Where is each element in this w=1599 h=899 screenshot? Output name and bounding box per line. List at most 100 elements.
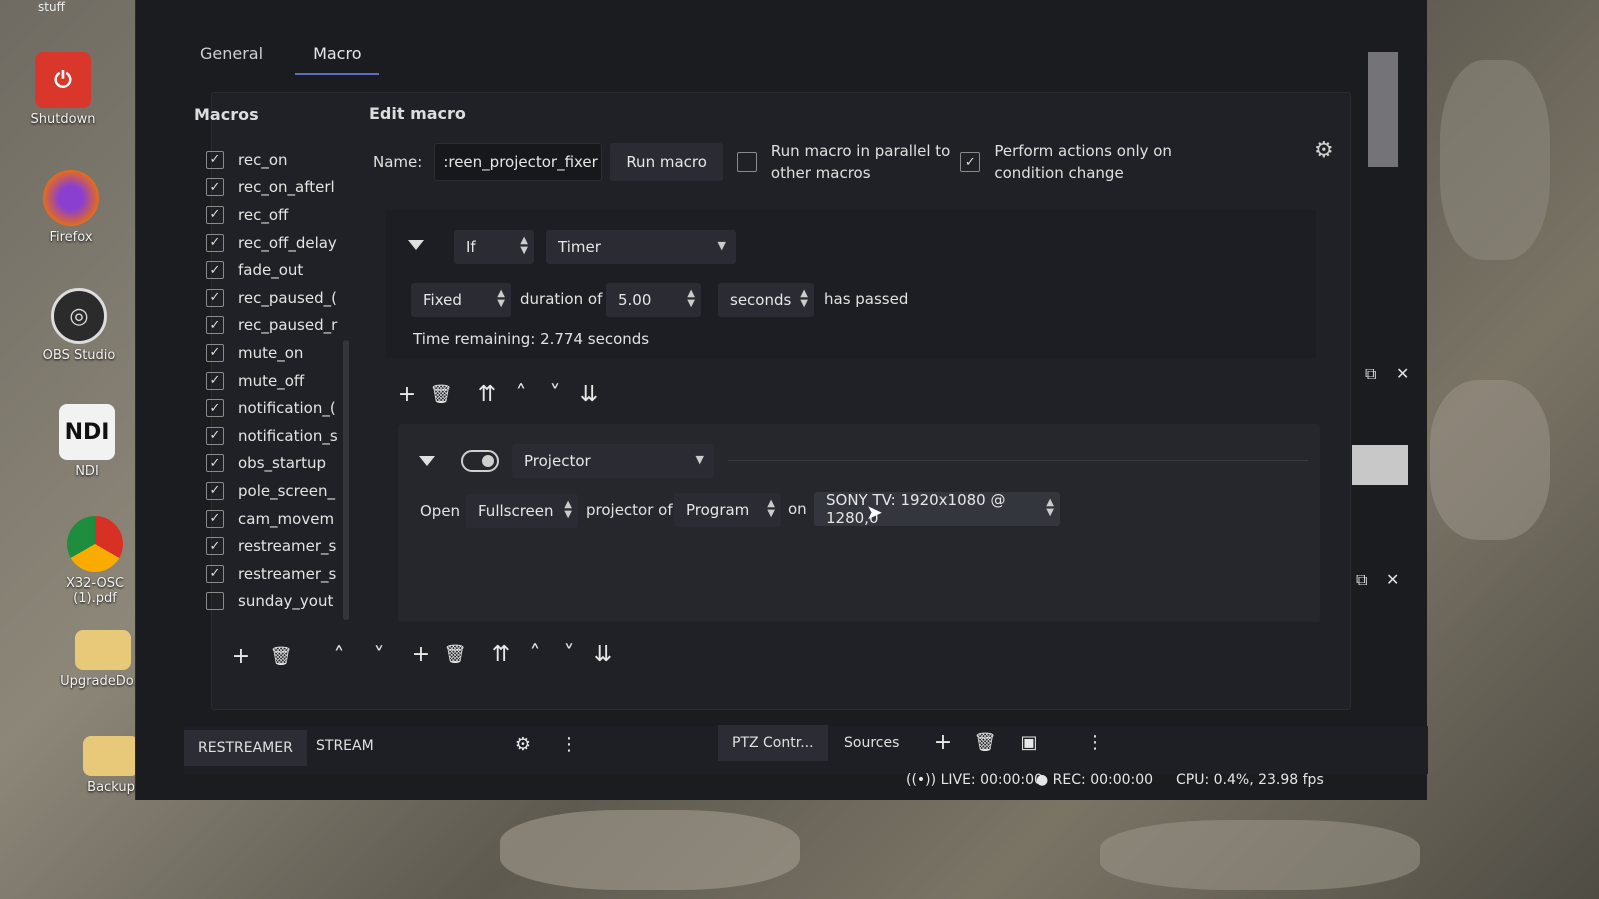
more-icon[interactable]: ⋮ bbox=[1082, 730, 1108, 756]
macro-list-item[interactable]: ✓ mute_on bbox=[206, 339, 376, 367]
action-type-select[interactable]: Projector ▼ bbox=[512, 444, 714, 478]
condition-down-button[interactable]: ˅ bbox=[542, 382, 568, 408]
projector-monitor-select[interactable]: SONY TV: 1920x1080 @ 1280,0 ▲ ▼ bbox=[814, 491, 1060, 527]
gear-icon[interactable]: ⚙ bbox=[510, 732, 536, 758]
undock-icon[interactable]: ⧉ bbox=[1365, 364, 1376, 384]
macro-enabled-checkbox[interactable]: ✓ bbox=[206, 481, 224, 500]
macro-enabled-checkbox[interactable]: ✓ bbox=[206, 288, 224, 307]
action-enable-toggle[interactable] bbox=[461, 450, 499, 472]
dock-tab-restreamer[interactable]: RESTREAMER bbox=[184, 730, 307, 766]
close-icon[interactable]: ✕ bbox=[1386, 570, 1399, 589]
undock-icon[interactable]: ⧉ bbox=[1356, 570, 1367, 590]
more-icon[interactable]: ⋮ bbox=[556, 732, 582, 758]
macro-list-item[interactable]: ✓ rec_on_afterl bbox=[206, 174, 376, 202]
desktop-icon-firefox[interactable]: Firefox bbox=[16, 170, 126, 245]
remove-condition-button[interactable]: 🗑 bbox=[428, 382, 454, 408]
macro-list-item[interactable]: ✓ rec_on bbox=[206, 146, 376, 174]
macro-list-item[interactable]: ✓ rec_off bbox=[206, 201, 376, 229]
macro-list-item[interactable]: ✓ rec_off_delay bbox=[206, 229, 376, 257]
macro-down-button[interactable]: ˅ bbox=[366, 644, 392, 670]
timer-mode-select[interactable]: Fixed ▲ ▼ bbox=[411, 283, 511, 317]
macro-enabled-checkbox[interactable]: ✓ bbox=[206, 426, 224, 445]
macro-enabled-checkbox[interactable]: ✓ bbox=[206, 343, 224, 362]
add-condition-button[interactable]: + bbox=[394, 382, 420, 408]
macro-enabled-checkbox[interactable]: ✓ bbox=[206, 150, 224, 169]
gear-icon[interactable]: ⚙ bbox=[1314, 138, 1334, 163]
tab-general[interactable]: General bbox=[196, 40, 267, 75]
condition-top-button[interactable]: ⇈ bbox=[474, 382, 500, 408]
desktop-icon-obs[interactable]: ◎ OBS Studio bbox=[24, 288, 134, 363]
macro-list[interactable]: ✓ rec_on ✓ rec_on_afterl ✓ rec_off ✓ rec_off_de… bbox=[206, 146, 376, 615]
duration-unit-select[interactable]: seconds ▲ ▼ bbox=[718, 283, 814, 317]
condition-bottom-button[interactable]: ⇊ bbox=[576, 382, 602, 408]
perform-on-change-checkbox[interactable]: ✓ bbox=[960, 152, 981, 172]
macro-enabled-checkbox[interactable]: ✓ bbox=[206, 178, 224, 197]
macro-name: rec_on bbox=[238, 150, 288, 169]
source-properties-icon[interactable]: ▣ bbox=[1016, 730, 1042, 756]
macro-list-item[interactable]: ✓ mute_off bbox=[206, 367, 376, 395]
preview-thumbnail bbox=[1368, 52, 1398, 167]
macro-enabled-checkbox[interactable]: ✓ bbox=[206, 509, 224, 528]
time-remaining-unit: seconds bbox=[587, 330, 650, 348]
projector-mode-select[interactable]: Fullscreen ▲ ▼ bbox=[466, 494, 578, 528]
dock-tab-ptz[interactable]: PTZ Contr... bbox=[718, 725, 828, 761]
macro-enabled-checkbox[interactable]: ✓ bbox=[206, 205, 224, 224]
remove-source-button[interactable]: 🗑 bbox=[972, 730, 998, 756]
remove-action-button[interactable]: 🗑 bbox=[442, 642, 468, 668]
macro-list-item[interactable]: ✓ pole_screen_ bbox=[206, 477, 376, 505]
macro-enabled-checkbox[interactable]: ✓ bbox=[206, 399, 224, 418]
desktop-icon-ndi[interactable]: NDI NDI bbox=[32, 404, 142, 479]
run-parallel-label-line2: other macros bbox=[770, 164, 871, 182]
condition-logic-select[interactable]: If ▲ ▼ bbox=[454, 230, 534, 264]
macro-enabled-checkbox[interactable]: ✓ bbox=[206, 537, 224, 556]
macro-enabled-checkbox[interactable]: ✓ bbox=[206, 233, 224, 252]
add-source-button[interactable]: + bbox=[930, 730, 956, 756]
desktop-icon-shutdown[interactable]: ⏻ Shutdown bbox=[8, 52, 118, 127]
run-macro-button[interactable]: Run macro bbox=[610, 143, 723, 181]
projector-source-select[interactable]: Program ▲ ▼ bbox=[674, 493, 781, 527]
macro-list-item[interactable]: ✓ fade_out bbox=[206, 256, 376, 284]
macro-name: rec_off bbox=[238, 205, 289, 224]
macro-name: notification_( bbox=[238, 399, 336, 418]
action-up-button[interactable]: ˄ bbox=[522, 642, 548, 668]
run-parallel-checkbox[interactable] bbox=[736, 152, 757, 172]
macro-list-item[interactable]: ✓ cam_movem bbox=[206, 505, 376, 533]
macro-list-item[interactable]: sunday_yout bbox=[206, 588, 376, 616]
macro-list-item[interactable]: ✓ rec_paused_( bbox=[206, 284, 376, 312]
macro-list-scrollbar[interactable] bbox=[343, 340, 349, 620]
macro-enabled-checkbox[interactable]: ✓ bbox=[206, 454, 224, 473]
macro-list-item[interactable]: ✓ notification_s bbox=[206, 422, 376, 450]
macro-enabled-checkbox[interactable] bbox=[206, 592, 224, 611]
remove-macro-button[interactable]: 🗑 bbox=[268, 644, 294, 670]
macro-enabled-checkbox[interactable]: ✓ bbox=[206, 316, 224, 335]
collapse-action-icon[interactable] bbox=[419, 456, 435, 466]
action-down-button[interactable]: ˅ bbox=[556, 642, 582, 668]
action-toolbar: + 🗑 ⇈ ˄ ˅ ⇊ bbox=[408, 642, 616, 668]
collapse-condition-icon[interactable] bbox=[408, 240, 424, 250]
dock-tab-stream[interactable]: STREAM bbox=[302, 728, 388, 764]
macro-enabled-checkbox[interactable]: ✓ bbox=[206, 371, 224, 390]
macro-list-item[interactable]: ✓ rec_paused_r bbox=[206, 312, 376, 340]
desktop-icon-pdf[interactable]: X32-OSC (1).pdf bbox=[40, 516, 150, 606]
macro-name-input[interactable]: :reen_projector_fixer bbox=[434, 143, 603, 181]
dock-tab-sources[interactable]: Sources bbox=[830, 725, 913, 761]
add-action-button[interactable]: + bbox=[408, 642, 434, 668]
macro-list-item[interactable]: ✓ restreamer_s bbox=[206, 560, 376, 588]
background-stone bbox=[1100, 820, 1420, 890]
macro-enabled-checkbox[interactable]: ✓ bbox=[206, 261, 224, 280]
mouse-cursor-icon: ➤ bbox=[866, 500, 883, 524]
macro-enabled-checkbox[interactable]: ✓ bbox=[206, 564, 224, 583]
close-icon[interactable]: ✕ bbox=[1396, 364, 1409, 383]
macro-list-item[interactable]: ✓ notification_( bbox=[206, 394, 376, 422]
macro-list-item[interactable]: ✓ restreamer_s bbox=[206, 532, 376, 560]
condition-type-select[interactable]: Timer ▼ bbox=[546, 230, 736, 264]
duration-spinbox[interactable]: 5.00 ▲ ▼ bbox=[606, 283, 701, 317]
tab-macro[interactable]: Macro bbox=[295, 40, 380, 75]
macro-up-button[interactable]: ˄ bbox=[326, 644, 352, 670]
add-macro-button[interactable]: + bbox=[228, 644, 254, 670]
macro-list-item[interactable]: ✓ obs_startup bbox=[206, 450, 376, 478]
action-divider bbox=[728, 460, 1308, 461]
condition-up-button[interactable]: ˄ bbox=[508, 382, 534, 408]
action-bottom-button[interactable]: ⇊ bbox=[590, 642, 616, 668]
action-top-button[interactable]: ⇈ bbox=[488, 642, 514, 668]
